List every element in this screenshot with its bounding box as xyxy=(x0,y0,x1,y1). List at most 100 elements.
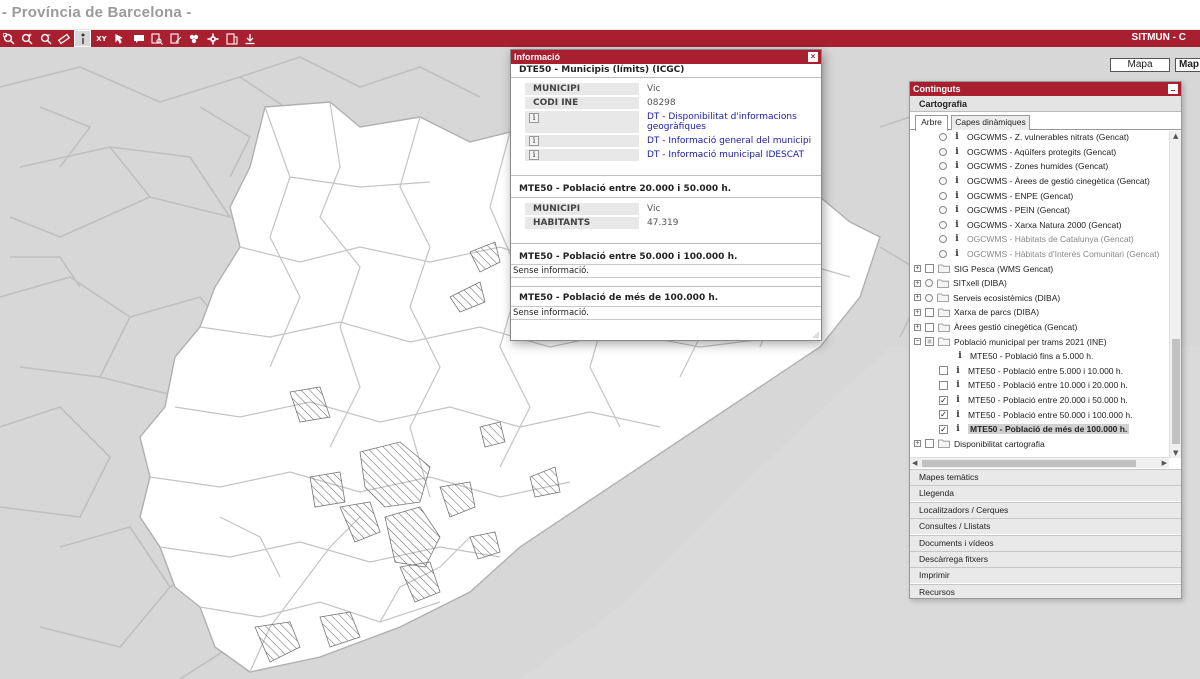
info-icon[interactable]: i xyxy=(529,150,539,160)
info-icon[interactable]: i xyxy=(953,191,961,201)
xy-coords-icon[interactable]: XY xyxy=(93,30,110,47)
settings-icon[interactable] xyxy=(205,30,222,47)
checkbox[interactable] xyxy=(925,307,934,317)
tree-item[interactable]: i MTE50 - Població entre 10.000 i 20.000 … xyxy=(939,378,1128,393)
zoom-box-icon[interactable] xyxy=(0,30,17,47)
info-icon[interactable]: i xyxy=(953,132,961,142)
info-icon[interactable]: i xyxy=(954,410,962,420)
tree-item[interactable]: i OGCWMS - PEIN (Gencat) xyxy=(939,203,1070,218)
accordion-section[interactable]: Consultes / Llistats xyxy=(910,518,1181,535)
radio-button[interactable] xyxy=(939,147,947,156)
minimize-icon[interactable] xyxy=(1168,84,1178,94)
checkbox[interactable] xyxy=(925,337,934,347)
radio-button[interactable] xyxy=(939,191,947,200)
accordion-section[interactable]: Documents i vídeos xyxy=(910,534,1181,551)
expand-icon[interactable]: + xyxy=(914,265,921,273)
expand-icon[interactable]: + xyxy=(914,323,921,331)
checkbox[interactable] xyxy=(925,264,934,274)
accordion-section[interactable]: Llegenda xyxy=(910,485,1181,502)
tree-item[interactable]: ✓ i MTE50 - Població entre 50.000 i 100.00… xyxy=(939,407,1132,422)
info-icon[interactable]: i xyxy=(953,234,961,244)
radio-button[interactable] xyxy=(939,250,947,259)
info-icon[interactable]: i xyxy=(953,176,961,186)
collapse-icon[interactable]: − xyxy=(914,338,921,346)
close-icon[interactable]: × xyxy=(808,52,818,62)
zoom-out-icon[interactable] xyxy=(37,30,54,47)
info-icon[interactable]: i xyxy=(954,395,962,405)
map-type-button-2[interactable]: Map xyxy=(1175,58,1200,72)
info-link[interactable]: DT - Informació general del municipi xyxy=(647,136,811,146)
info-icon[interactable]: i xyxy=(953,161,961,171)
edit-icon[interactable] xyxy=(167,30,184,47)
scroll-up-icon[interactable]: ▲ xyxy=(1173,132,1178,140)
accordion-section[interactable]: Descàrrega fitxers xyxy=(910,551,1181,567)
info-icon[interactable] xyxy=(74,30,92,47)
info-icon[interactable]: i xyxy=(953,205,961,215)
tree-item[interactable]: + Disponibilitat cartografia xyxy=(914,437,1045,452)
zoom-xy-icon[interactable] xyxy=(112,30,129,47)
accordion-section[interactable]: Mapes temàtics xyxy=(910,469,1181,485)
checkbox[interactable]: ✓ xyxy=(939,395,948,405)
contents-panel-header[interactable]: Continguts xyxy=(910,82,1181,96)
resize-grip-icon[interactable] xyxy=(813,332,819,338)
radio-button[interactable] xyxy=(925,293,933,302)
vertical-scrollbar[interactable]: ▲ ▼ xyxy=(1169,131,1181,458)
info-icon[interactable]: i xyxy=(954,380,962,390)
info-window[interactable]: Informació × DTE50 - Municipis (límits) … xyxy=(510,49,822,341)
tree-item[interactable]: i OGCWMS - Hàbitats d'Interès Comunitari … xyxy=(939,247,1159,262)
expand-icon[interactable]: + xyxy=(914,279,921,287)
radio-button[interactable] xyxy=(939,206,947,215)
tree-item[interactable]: + Xarxa de parcs (DIBA) xyxy=(914,305,1039,320)
download-icon[interactable] xyxy=(242,30,259,47)
info-icon[interactable]: i xyxy=(953,147,961,157)
tree-item[interactable]: + SIG Pesca (WMS Gencat) xyxy=(914,261,1053,276)
info-link[interactable]: DT - Disponibilitat d'informacions geogr… xyxy=(647,112,797,132)
expand-icon[interactable]: + xyxy=(914,440,921,448)
tree-item[interactable]: ✓ i MTE50 - Població entre 20.000 i 50.000… xyxy=(939,393,1128,408)
tree-item[interactable]: i MTE50 - Població entre 5.000 i 10.000 h… xyxy=(939,364,1123,379)
horizontal-scrollbar[interactable]: ◀ ▶ xyxy=(910,457,1169,468)
checkbox[interactable] xyxy=(939,366,948,376)
accordion-section[interactable]: Recursos xyxy=(910,583,1181,598)
info-icon[interactable]: i xyxy=(953,220,961,230)
info-icon[interactable]: i xyxy=(529,113,539,123)
info-icon[interactable]: i xyxy=(956,351,964,361)
info-icon[interactable]: i xyxy=(954,366,962,376)
checkbox[interactable]: ✓ xyxy=(939,410,948,420)
tab-arbre[interactable]: Arbre xyxy=(915,115,948,131)
tree-item[interactable]: + SITxell (DIBA) xyxy=(914,276,1007,291)
tree-item[interactable]: i OGCWMS - Zones humides (Gencat) xyxy=(939,159,1108,174)
info-icon[interactable]: i xyxy=(954,424,962,434)
scrollbar-thumb[interactable] xyxy=(1172,339,1180,444)
radio-button[interactable] xyxy=(939,177,947,186)
zoom-in-icon[interactable] xyxy=(19,30,36,47)
scroll-right-icon[interactable]: ▶ xyxy=(1162,459,1167,467)
search-icon[interactable] xyxy=(149,30,166,47)
checkbox[interactable]: ✓ xyxy=(939,424,948,434)
info-window-header[interactable]: Informació × xyxy=(511,50,821,64)
tree-item[interactable]: i OGCWMS - Hàbitats de Catalunya (Gencat) xyxy=(939,232,1134,247)
tree-item[interactable]: i OGCWMS - ENPE (Gencat) xyxy=(939,188,1073,203)
print-icon[interactable] xyxy=(223,30,240,47)
tree-item[interactable]: i OGCWMS - Aqüífers protegits (Gencat) xyxy=(939,145,1116,160)
scroll-down-icon[interactable]: ▼ xyxy=(1173,449,1178,457)
info-link[interactable]: DT - Informació municipal IDESCAT xyxy=(647,150,804,160)
layers-icon[interactable] xyxy=(186,30,203,47)
expand-icon[interactable]: + xyxy=(914,294,921,302)
tree-item[interactable]: i MTE50 - Població fins a 5.000 h. xyxy=(956,349,1093,364)
cartography-section-header[interactable]: Cartografia xyxy=(910,96,1181,112)
checkbox[interactable] xyxy=(925,322,934,332)
checkbox[interactable] xyxy=(925,439,934,449)
info-icon[interactable]: i xyxy=(953,249,961,259)
radio-button[interactable] xyxy=(939,162,947,171)
radio-button[interactable] xyxy=(939,220,947,229)
tree-item[interactable]: ✓ i MTE50 - Població de més de 100.000 h. xyxy=(939,422,1130,437)
scroll-left-icon[interactable]: ◀ xyxy=(912,459,917,467)
expand-icon[interactable]: + xyxy=(914,308,921,316)
tree-item[interactable]: − Població municipal per trams 2021 (INE) xyxy=(914,334,1107,349)
tree-item[interactable]: + Àrees gestió cinegètica (Gencat) xyxy=(914,320,1077,335)
accordion-section[interactable]: Localitzadors / Cerques xyxy=(910,501,1181,518)
tree-item[interactable]: i OGCWMS - Z. vulnerables nitrats (Gencat… xyxy=(939,131,1129,145)
info-icon[interactable]: i xyxy=(529,136,539,146)
tree-item[interactable]: i OGCWMS - Xarxa Natura 2000 (Gencat) xyxy=(939,218,1121,233)
